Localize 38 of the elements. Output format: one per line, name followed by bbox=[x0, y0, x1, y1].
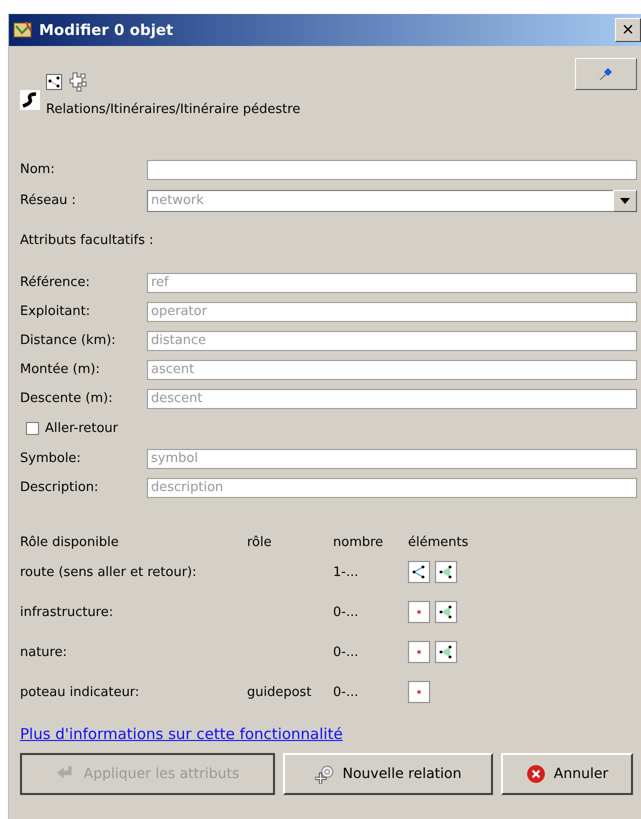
text-field[interactable]: descent bbox=[147, 388, 637, 408]
text-field[interactable]: operator bbox=[147, 302, 637, 322]
column-header: Rôle disponible bbox=[20, 534, 120, 550]
role-name: nature: bbox=[20, 644, 68, 660]
role-name: route (sens aller et retour): bbox=[20, 564, 198, 580]
action-button[interactable]: Nouvelle relation bbox=[283, 753, 493, 795]
role-count: 1-... bbox=[333, 564, 360, 580]
action-button[interactable]: Annuler bbox=[501, 753, 633, 795]
role-value: guidepost bbox=[247, 684, 312, 700]
role-count: 0-... bbox=[333, 644, 360, 660]
role-name: poteau indicateur: bbox=[20, 684, 140, 700]
column-header: éléments bbox=[408, 534, 470, 550]
field-label: Exploitant: bbox=[20, 304, 92, 319]
field-label: Descente (m): bbox=[20, 391, 114, 406]
text-field[interactable]: ascent bbox=[147, 360, 637, 380]
field-label: Référence: bbox=[20, 275, 91, 290]
close-button[interactable]: × bbox=[615, 18, 641, 42]
field-label: Réseau : bbox=[20, 193, 77, 208]
section-heading: Attributs facultatifs : bbox=[20, 232, 154, 250]
text-field[interactable]: ref bbox=[147, 272, 637, 292]
network-field[interactable]: network bbox=[147, 190, 613, 212]
column-header: nombre bbox=[333, 534, 384, 550]
column-header: rôle bbox=[247, 534, 273, 550]
field-label: Description: bbox=[20, 480, 100, 495]
text-field[interactable]: description bbox=[147, 478, 637, 498]
preset-path: Relations/Itinéraires/Itinéraire pédestre bbox=[46, 102, 302, 117]
window-title: Modifier 0 objet bbox=[39, 21, 174, 39]
field-label: Symbole: bbox=[20, 451, 82, 466]
text-field[interactable]: distance bbox=[147, 330, 637, 350]
role-name: infrastructure: bbox=[20, 604, 114, 620]
help-link[interactable]: Plus d'informations sur cette fonctionnalité bbox=[20, 725, 343, 743]
text-field[interactable]: symbol bbox=[147, 448, 637, 468]
role-count: 0-... bbox=[333, 684, 360, 700]
checkbox-label: Aller-retour bbox=[45, 421, 118, 436]
field-label: Montée (m): bbox=[20, 362, 101, 377]
field-label: Distance (km): bbox=[20, 333, 117, 348]
role-count: 0-... bbox=[333, 604, 360, 620]
field-label: Nom: bbox=[20, 162, 56, 177]
